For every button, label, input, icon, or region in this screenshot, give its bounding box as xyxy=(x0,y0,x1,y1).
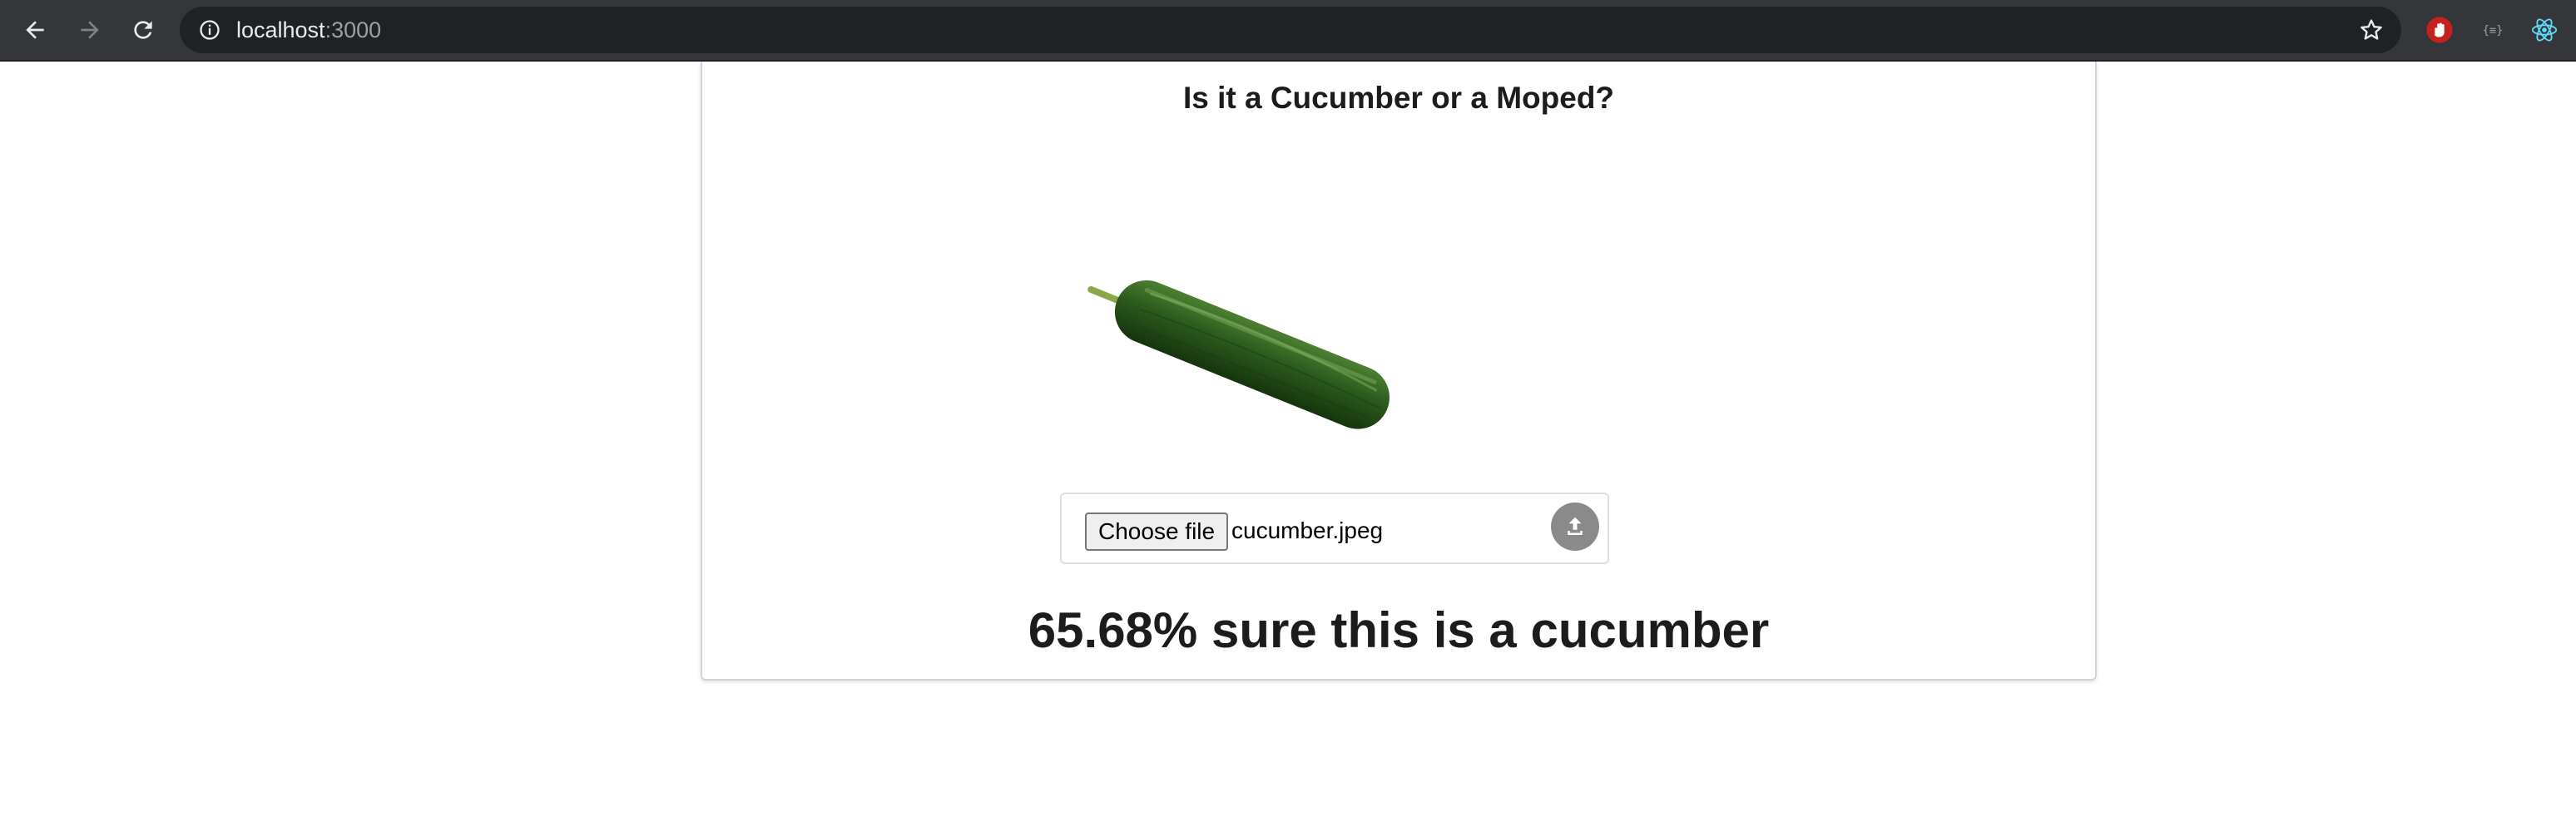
prediction-result: 65.68% sure this is a cucumber xyxy=(1028,602,1770,658)
choose-file-button[interactable]: Choose file xyxy=(1085,513,1229,551)
page-title: Is it a Cucumber or a Moped? xyxy=(1182,81,1615,115)
browser-toolbar: localhost:3000 {≡} xyxy=(0,0,2576,62)
info-circle-icon[interactable] xyxy=(198,18,221,42)
svg-text:{≡}: {≡} xyxy=(2483,24,2504,37)
json-braces-icon[interactable]: {≡} xyxy=(2478,15,2508,45)
file-upload-form: Choose file cucumber.jpeg xyxy=(1060,493,1609,564)
star-outline-icon[interactable] xyxy=(2358,17,2385,43)
back-button[interactable] xyxy=(18,13,52,47)
classifier-card: Is it a Cucumber or a Moped? Choose file… xyxy=(701,62,2097,681)
address-bar[interactable]: localhost:3000 xyxy=(180,7,2401,53)
reload-icon xyxy=(134,21,152,39)
upload-button[interactable] xyxy=(1551,503,1599,551)
url-text[interactable]: localhost:3000 xyxy=(236,17,381,43)
cucumber-image xyxy=(1087,280,1390,429)
selected-file-name: cucumber.jpeg xyxy=(1231,517,1384,543)
forward-button[interactable] xyxy=(73,13,107,47)
react-atom-icon[interactable] xyxy=(2529,15,2559,45)
reload-button[interactable] xyxy=(126,13,160,47)
ublock-hand-icon[interactable] xyxy=(2425,15,2455,45)
url-port: :3000 xyxy=(324,17,382,42)
upload-icon xyxy=(1568,517,1583,535)
arrow-right-icon xyxy=(81,21,99,39)
arrow-left-icon xyxy=(26,21,44,39)
url-host: localhost xyxy=(236,17,325,42)
